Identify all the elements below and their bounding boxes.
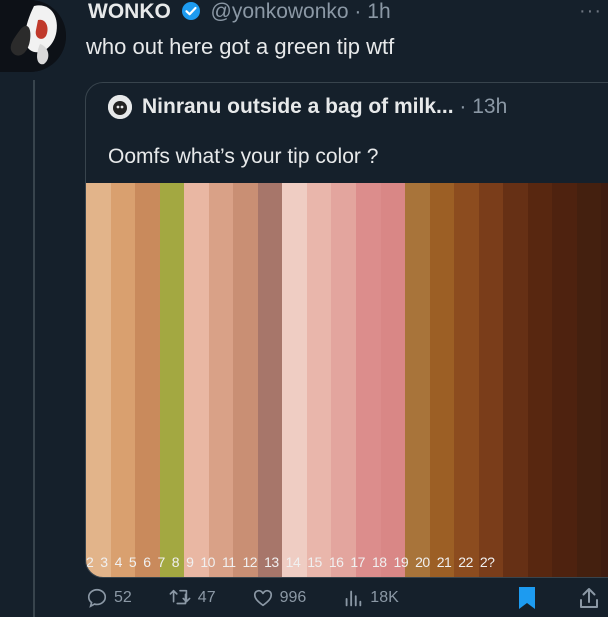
swatch-15 (429, 183, 455, 577)
swatch-21 (576, 183, 602, 577)
swatch-numbers: 2 3 4 5 6 7 8 9 10 11 12 13 14 15 16 17 18 19 20 21 22 2? (86, 547, 608, 577)
bookmark-icon (519, 586, 535, 609)
thread-line (33, 80, 35, 617)
swatch-number: 12 (242, 554, 258, 570)
swatch-number: 18 (371, 554, 387, 570)
swatch-number: 9 (186, 554, 194, 570)
swatch-number: 17 (350, 554, 365, 570)
swatch-number: 13 (264, 554, 279, 570)
swatch-10 (306, 183, 332, 577)
swatch-3 (135, 183, 160, 577)
swatch-5 (184, 183, 209, 577)
tweet-header: WONKO @yonkowonko · 1h (88, 0, 391, 27)
swatch-22 (601, 183, 608, 577)
views-button[interactable]: 18K (342, 587, 399, 609)
swatch-number: 2 (86, 554, 94, 570)
swatch-number: 11 (221, 554, 236, 570)
swatch-number: 21 (436, 554, 452, 570)
swatch-number: 15 (307, 554, 322, 570)
author-avatar[interactable] (0, 0, 66, 72)
swatch-9 (282, 183, 307, 577)
swatch-number: 8 (171, 554, 180, 570)
swatch-number: 19 (393, 554, 409, 570)
quoted-tweet-timestamp: 13h (472, 95, 508, 118)
swatch-number: 4 (114, 554, 123, 570)
separator-dot: · (354, 0, 362, 23)
swatch-12 (356, 183, 381, 577)
swatch-number: 20 (415, 554, 430, 570)
views-icon (345, 590, 362, 606)
swatch-2 (110, 183, 136, 577)
swatch-number: 2? (479, 554, 495, 570)
swatch-number: 6 (143, 554, 151, 570)
swatch-1 (86, 183, 111, 577)
swatch-number: 14 (285, 554, 301, 570)
tweet-actions-bar: 52 47 996 18K (86, 578, 608, 617)
like-button[interactable]: 996 (252, 587, 307, 609)
retweet-button[interactable]: 47 (168, 587, 216, 609)
swatch-number: 5 (128, 554, 137, 570)
share-icon (580, 587, 598, 608)
swatch-11 (331, 183, 357, 577)
swatch-17 (478, 183, 504, 577)
swatch-8 (257, 183, 283, 577)
swatch-18 (503, 183, 528, 577)
views-count: 18K (370, 588, 399, 606)
more-options-icon[interactable]: ··· (579, 0, 602, 23)
swatch-19 (527, 183, 553, 577)
tweet-text: who out here got a green tip wtf (86, 34, 395, 59)
author-name[interactable]: WONKO (88, 0, 171, 23)
retweet-icon (169, 589, 191, 604)
swatch-4 (159, 183, 185, 577)
swatch-number: 3 (100, 554, 108, 570)
like-count: 996 (279, 588, 307, 606)
swatch-number: 7 (157, 554, 165, 570)
swatch-number: 16 (328, 554, 344, 570)
swatch-number: 10 (200, 554, 215, 570)
quoted-author-avatar (108, 95, 132, 119)
reply-count: 52 (114, 588, 132, 606)
swatch-13 (380, 183, 406, 577)
quoted-tweet[interactable]: Ninranu outside a bag of milk... · 13h O… (85, 82, 608, 578)
separator-dot: · (459, 95, 467, 118)
verified-badge-icon (181, 1, 201, 27)
swatch-7 (233, 183, 258, 577)
reply-button[interactable]: 52 (86, 587, 132, 609)
tweet-timestamp[interactable]: 1h (367, 0, 390, 23)
quoted-tweet-text: Oomfs what’s your tip color ? (108, 145, 379, 168)
share-button[interactable] (578, 586, 606, 610)
bookmark-button[interactable] (516, 585, 544, 611)
swatch-20 (552, 183, 577, 577)
swatch-6 (208, 183, 234, 577)
swatch-number: 22 (458, 554, 473, 570)
swatch-14 (405, 183, 430, 577)
retweet-count: 47 (197, 588, 216, 606)
heart-icon (253, 589, 272, 606)
tip-color-chart-image[interactable] (86, 183, 608, 577)
swatch-16 (454, 183, 479, 577)
author-handle[interactable]: @yonkowonko (211, 0, 349, 23)
reply-icon (87, 588, 107, 608)
quoted-tweet-header: Ninranu outside a bag of milk... · 13h (142, 95, 507, 119)
quoted-author-name: Ninranu outside a bag of milk... (142, 95, 454, 118)
